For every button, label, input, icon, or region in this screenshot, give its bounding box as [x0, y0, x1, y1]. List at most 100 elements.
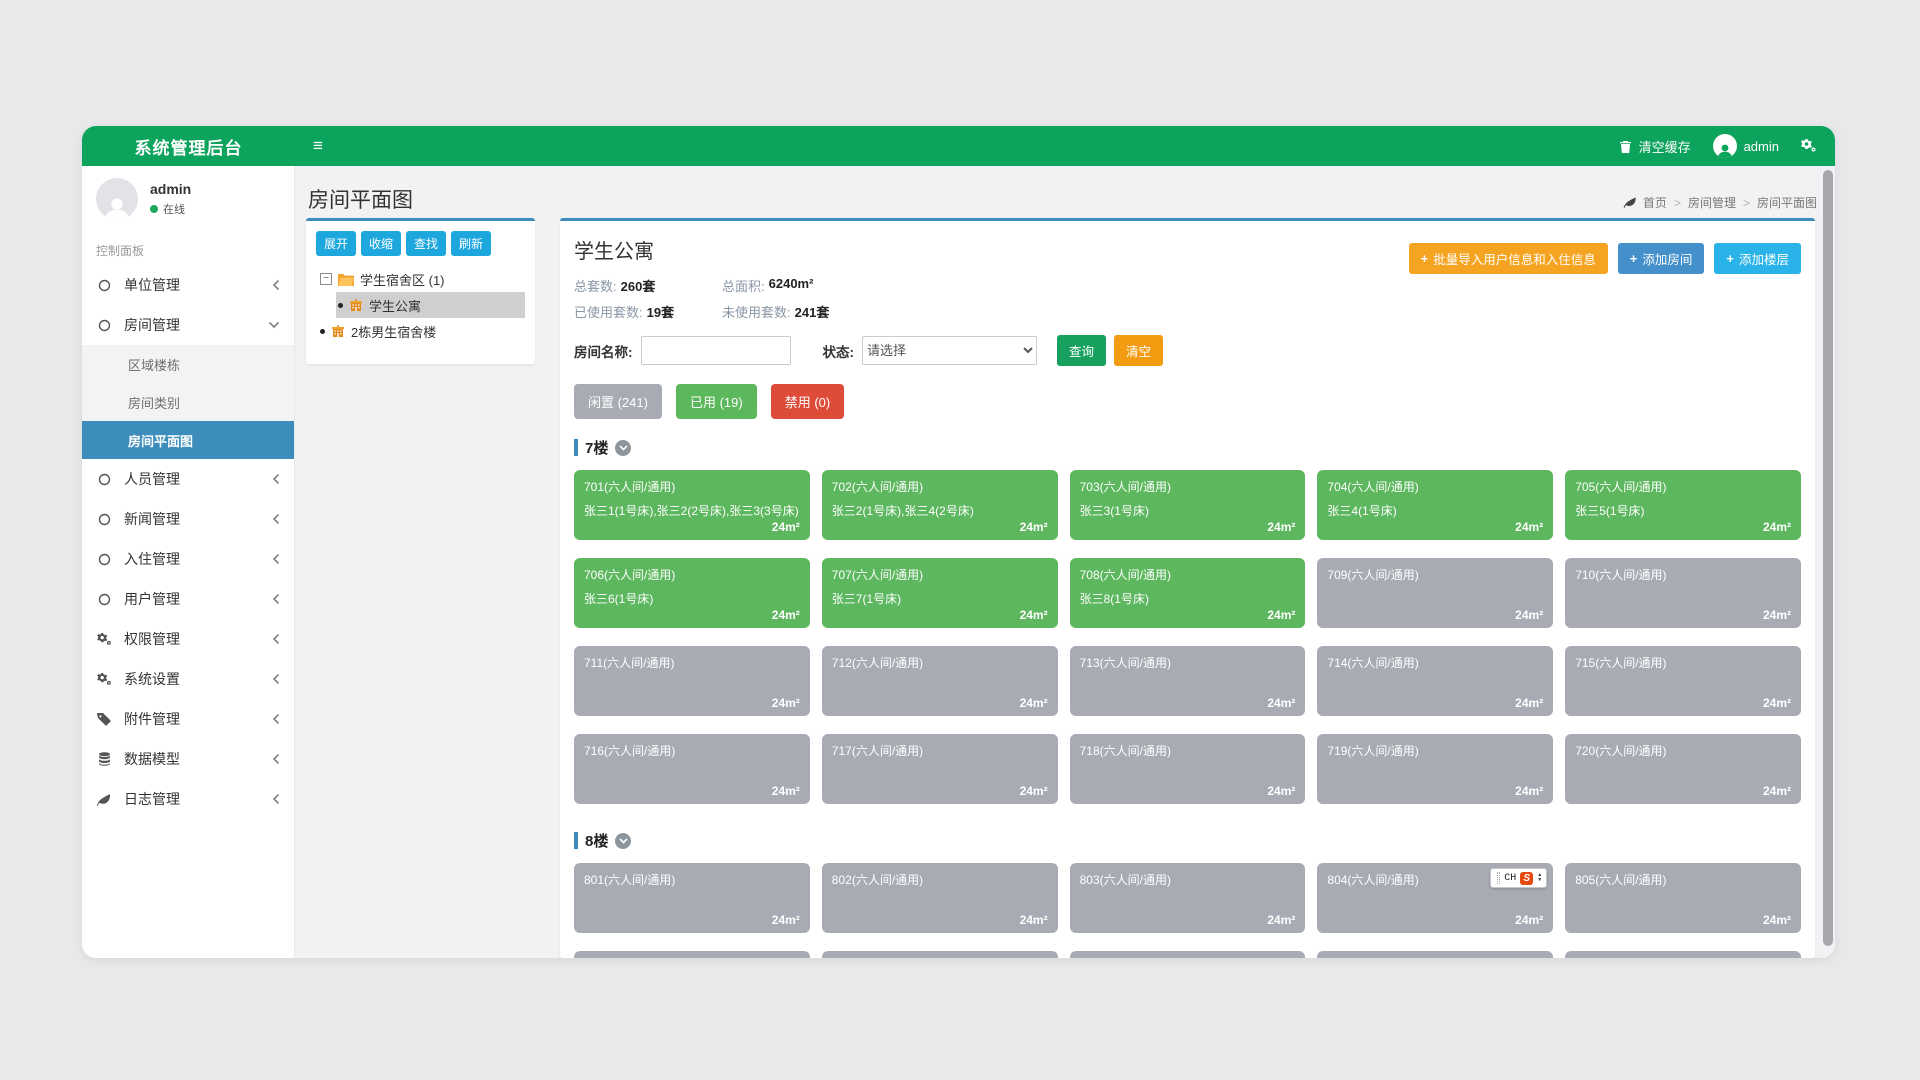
room-card[interactable]: 702(六人间/通用)张三2(1号床),张三4(2号床)24m²: [822, 470, 1058, 540]
room-card[interactable]: 718(六人间/通用)24m²: [1070, 734, 1306, 804]
action-button[interactable]: +添加房间: [1618, 243, 1705, 274]
room-card[interactable]: 714(六人间/通用)24m²: [1317, 646, 1553, 716]
sidebar-item-label: 权限管理: [124, 629, 180, 649]
sidebar-item-7[interactable]: 系统设置: [82, 659, 294, 699]
room-card[interactable]: 709(六人间/通用)24m²: [1317, 558, 1553, 628]
sidebar-item-5[interactable]: 用户管理: [82, 579, 294, 619]
room-card[interactable]: 717(六人间/通用)24m²: [822, 734, 1058, 804]
vertical-scrollbar[interactable]: [1823, 170, 1833, 946]
circle-icon: [96, 513, 112, 526]
room-area: 24m²: [1020, 913, 1048, 927]
room-number: 710(六人间/通用): [1575, 566, 1791, 583]
room-card[interactable]: 720(六人间/通用)24m²: [1565, 734, 1801, 804]
room-area: 24m²: [1020, 696, 1048, 710]
room-number: 701(六人间/通用): [584, 478, 800, 495]
ime-drag-handle[interactable]: [1497, 872, 1500, 884]
tree-toolbar-button[interactable]: 收缩: [361, 231, 401, 256]
room-occupants: 张三6(1号床): [584, 592, 800, 606]
room-card[interactable]: 804(六人间/通用)24m²CHS▲▼: [1317, 863, 1553, 933]
collapse-node-icon[interactable]: −: [320, 273, 332, 285]
sidebar-item-0[interactable]: 单位管理: [82, 265, 294, 305]
breadcrumb-item[interactable]: 房间管理: [1688, 194, 1736, 211]
room-name-input[interactable]: [641, 336, 791, 365]
room-number: 705(六人间/通用): [1575, 478, 1791, 495]
content-area: 房间平面图 首页>房间管理>房间平面图 展开收缩查找刷新 − 学生宿舍区 (1)…: [295, 166, 1835, 958]
room-area: 24m²: [1020, 520, 1048, 534]
room-card-partial[interactable]: [822, 951, 1058, 958]
status-select[interactable]: 请选择: [862, 336, 1037, 365]
room-card[interactable]: 708(六人间/通用)张三8(1号床)24m²: [1070, 558, 1306, 628]
chevron-left-icon: [272, 633, 280, 645]
room-number: 719(六人间/通用): [1327, 742, 1543, 759]
sidebar-toggle-icon[interactable]: ≡: [295, 126, 341, 166]
sidebar-item-4[interactable]: 入住管理: [82, 539, 294, 579]
room-card[interactable]: 701(六人间/通用)张三1(1号床),张三2(2号床),张三3(3号床)24m…: [574, 470, 810, 540]
legend-button[interactable]: 闲置 (241): [574, 384, 662, 419]
room-area: 24m²: [1267, 913, 1295, 927]
sidebar-item-10[interactable]: 日志管理: [82, 779, 294, 819]
tree-toolbar-button[interactable]: 展开: [316, 231, 356, 256]
room-card[interactable]: 707(六人间/通用)张三7(1号床)24m²: [822, 558, 1058, 628]
clear-button[interactable]: 清空: [1114, 335, 1163, 366]
search-button[interactable]: 查询: [1057, 335, 1106, 366]
floor-collapse-icon[interactable]: [615, 440, 631, 456]
room-number: 716(六人间/通用): [584, 742, 800, 759]
user-menu[interactable]: admin: [1713, 134, 1779, 158]
room-card[interactable]: 713(六人间/通用)24m²: [1070, 646, 1306, 716]
room-card-partial[interactable]: [1565, 951, 1801, 958]
legend-button[interactable]: 已用 (19): [676, 384, 757, 419]
sidebar-subitem[interactable]: 房间类别: [82, 383, 294, 421]
breadcrumb-item[interactable]: 房间平面图: [1757, 194, 1817, 211]
room-card[interactable]: 704(六人间/通用)张三4(1号床)24m²: [1317, 470, 1553, 540]
room-card-partial[interactable]: [1070, 951, 1306, 958]
plus-icon: +: [1630, 251, 1638, 266]
tree-root-node[interactable]: − 学生宿舍区 (1): [318, 266, 525, 292]
database-icon: [96, 752, 112, 766]
sidebar-item-6[interactable]: 权限管理: [82, 619, 294, 659]
sidebar-item-1[interactable]: 房间管理: [82, 305, 294, 345]
room-card[interactable]: 803(六人间/通用)24m²: [1070, 863, 1306, 933]
room-card[interactable]: 706(六人间/通用)张三6(1号床)24m²: [574, 558, 810, 628]
action-button[interactable]: +批量导入用户信息和入住信息: [1409, 243, 1608, 274]
cogs-icon: [96, 673, 112, 686]
room-card[interactable]: 703(六人间/通用)张三3(1号床)24m²: [1070, 470, 1306, 540]
sidebar-subitem[interactable]: 房间平面图: [82, 421, 294, 459]
room-card-partial[interactable]: [574, 951, 810, 958]
sidebar-item-8[interactable]: 附件管理: [82, 699, 294, 739]
action-button[interactable]: +添加楼层: [1714, 243, 1801, 274]
room-card[interactable]: 715(六人间/通用)24m²: [1565, 646, 1801, 716]
legend-button[interactable]: 禁用 (0): [771, 384, 845, 419]
room-card[interactable]: 805(六人间/通用)24m²: [1565, 863, 1801, 933]
room-card[interactable]: 801(六人间/通用)24m²: [574, 863, 810, 933]
tree-node[interactable]: 2栋男生宿舍楼: [318, 318, 525, 344]
tree-node[interactable]: 学生公寓: [336, 292, 525, 318]
tree-toolbar-button[interactable]: 刷新: [451, 231, 491, 256]
status-legend: 闲置 (241) 已用 (19) 禁用 (0): [574, 384, 1801, 419]
sidebar-item-3[interactable]: 新闻管理: [82, 499, 294, 539]
room-card[interactable]: 802(六人间/通用)24m²: [822, 863, 1058, 933]
room-card-partial[interactable]: [1317, 951, 1553, 958]
floor-collapse-icon[interactable]: [615, 833, 631, 849]
room-card[interactable]: 711(六人间/通用)24m²: [574, 646, 810, 716]
room-occupants: 张三2(1号床),张三4(2号床): [832, 504, 1048, 518]
sidebar-item-label: 新闻管理: [124, 509, 180, 529]
room-card[interactable]: 719(六人间/通用)24m²: [1317, 734, 1553, 804]
clear-cache-button[interactable]: 清空缓存: [1619, 137, 1691, 156]
sidebar-submenu: 区域楼栋房间类别房间平面图: [82, 345, 294, 459]
room-card[interactable]: 705(六人间/通用)张三5(1号床)24m²: [1565, 470, 1801, 540]
room-card[interactable]: 712(六人间/通用)24m²: [822, 646, 1058, 716]
room-card[interactable]: 710(六人间/通用)24m²: [1565, 558, 1801, 628]
sidebar-item-label: 人员管理: [124, 469, 180, 489]
room-number: 805(六人间/通用): [1575, 871, 1791, 888]
app-brand[interactable]: 系统管理后台: [82, 134, 295, 159]
room-card[interactable]: 716(六人间/通用)24m²: [574, 734, 810, 804]
room-area: 24m²: [772, 696, 800, 710]
breadcrumb-item[interactable]: 首页: [1643, 194, 1667, 211]
sidebar-item-9[interactable]: 数据模型: [82, 739, 294, 779]
ime-arrows-icon[interactable]: ▲▼: [1537, 873, 1542, 883]
sidebar-subitem[interactable]: 区域楼栋: [82, 345, 294, 383]
settings-gear-icon[interactable]: [1801, 139, 1817, 153]
ime-indicator[interactable]: CHS▲▼: [1490, 868, 1547, 888]
sidebar-item-2[interactable]: 人员管理: [82, 459, 294, 499]
tree-toolbar-button[interactable]: 查找: [406, 231, 446, 256]
